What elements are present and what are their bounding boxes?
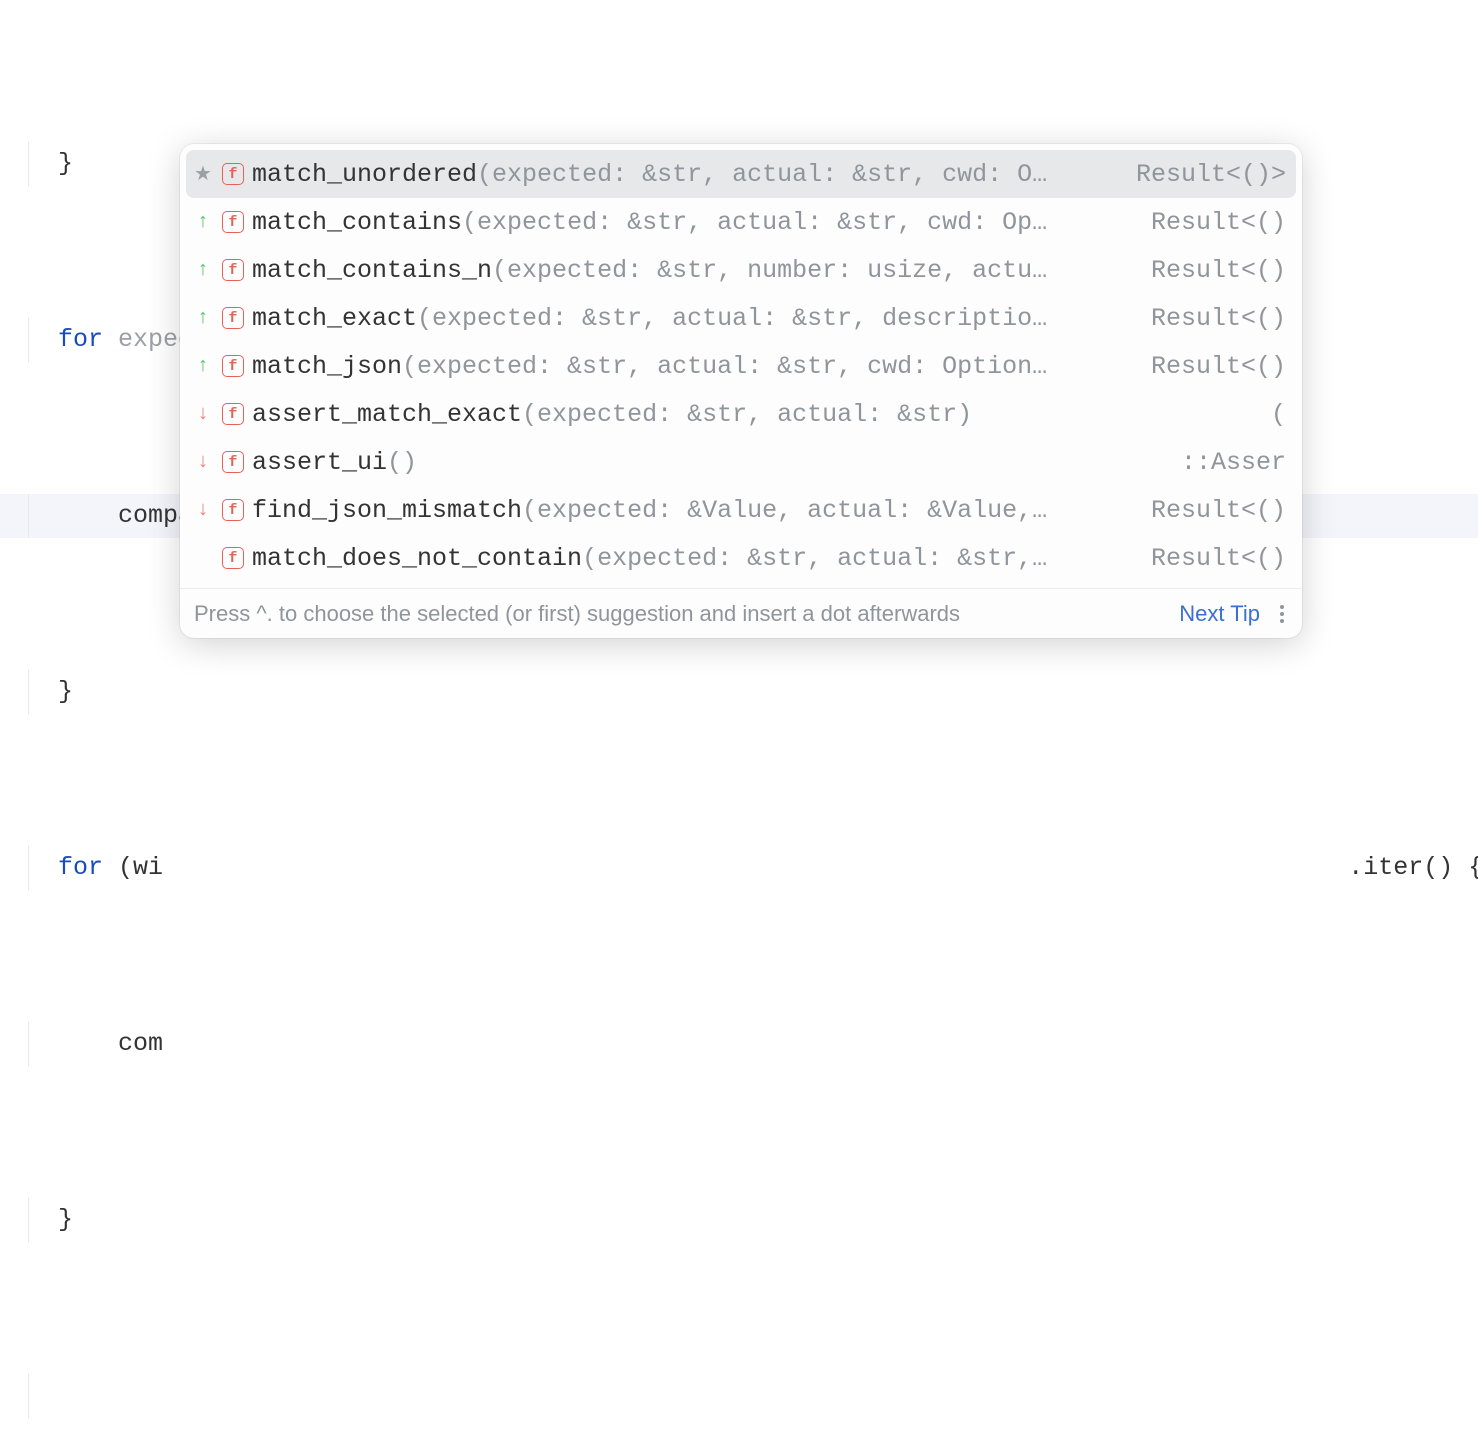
function-kind-icon: f (222, 499, 244, 521)
code-line[interactable]: com (0, 1022, 1478, 1066)
completion-name: assert_match_exact (252, 400, 522, 429)
completion-item-match-json[interactable]: ↑ f match_json(expected: &str, actual: &… (186, 342, 1296, 390)
completion-signature: (expected: &str, actual: &str) (522, 400, 972, 429)
completion-signature: (expected: &str, actual: &str, cwd: O… (477, 160, 1047, 189)
completion-item-match-does-not-contain[interactable]: f match_does_not_contain(expected: &str,… (186, 534, 1296, 582)
function-kind-icon: f (222, 163, 244, 185)
keyword-for: for (58, 325, 103, 354)
completion-return-type: Result<() (1151, 256, 1286, 285)
rank-up-icon: ↑ (197, 355, 209, 378)
rank-down-icon: ↓ (197, 451, 209, 474)
completion-tip-text: Press ^. to choose the selected (or firs… (194, 601, 1163, 627)
code-text: (wi (103, 853, 163, 882)
completion-item-assert-match-exact[interactable]: ↓ f assert_match_exact(expected: &str, a… (186, 390, 1296, 438)
rank-down-icon: ↓ (197, 499, 209, 522)
completion-return-type: ::Asser (1181, 448, 1286, 477)
completion-name: match_json (252, 352, 402, 381)
completion-item-match-unordered[interactable]: ★ f match_unordered(expected: &str, actu… (186, 150, 1296, 198)
completion-item-match-contains[interactable]: ↑ f match_contains(expected: &str, actua… (186, 198, 1296, 246)
completion-return-type: Result<() (1151, 208, 1286, 237)
rank-up-icon: ↑ (197, 259, 209, 282)
code-line[interactable]: for (wixxxxxxxxxxxxxxxxxxxxxxxxxxxxxxxxx… (0, 846, 1478, 890)
rank-up-icon: ↑ (197, 307, 209, 330)
completion-name: match_unordered (252, 160, 477, 189)
code-line[interactable] (0, 1374, 1478, 1418)
completion-name: match_exact (252, 304, 417, 333)
completion-list[interactable]: ★ f match_unordered(expected: &str, actu… (180, 144, 1302, 588)
completion-item-match-exact[interactable]: ↑ f match_exact(expected: &str, actual: … (186, 294, 1296, 342)
code-line[interactable]: } (0, 670, 1478, 714)
brace: } (58, 677, 73, 706)
function-kind-icon: f (222, 403, 244, 425)
code-line[interactable]: } (0, 1198, 1478, 1242)
completion-signature: (expected: &str, number: usize, actu… (492, 256, 1047, 285)
code-text: com (118, 1029, 163, 1058)
completion-item-assert-ui[interactable]: ↓ f assert_ui() ::Asser (186, 438, 1296, 486)
completion-name: match_does_not_contain (252, 544, 582, 573)
completion-name: find_json_mismatch (252, 496, 522, 525)
completion-name: assert_ui (252, 448, 387, 477)
completion-return-type: Result<() (1151, 496, 1286, 525)
completion-signature: (expected: &str, actual: &str, cwd: Op… (462, 208, 1047, 237)
more-menu-icon[interactable] (1276, 605, 1288, 623)
rank-down-icon: ↓ (197, 403, 209, 426)
function-kind-icon: f (222, 259, 244, 281)
completion-popup: ★ f match_unordered(expected: &str, actu… (180, 144, 1302, 638)
brace: } (58, 149, 73, 178)
completion-return-type: Result<() (1151, 544, 1286, 573)
completion-signature: (expected: &Value, actual: &Value,… (522, 496, 1047, 525)
code-text: .iter() { (1348, 853, 1478, 882)
completion-signature: () (387, 448, 417, 477)
next-tip-link[interactable]: Next Tip (1179, 601, 1260, 627)
completion-item-find-json-mismatch[interactable]: ↓ f find_json_mismatch(expected: &Value,… (186, 486, 1296, 534)
function-kind-icon: f (222, 211, 244, 233)
rank-up-icon: ↑ (197, 211, 209, 234)
completion-name: match_contains_n (252, 256, 492, 285)
completion-return-type: Result<() (1151, 304, 1286, 333)
completion-return-type: Result<() (1151, 352, 1286, 381)
completion-return-type: Result<()> (1136, 160, 1286, 189)
completion-return-type: ( (1271, 400, 1286, 429)
function-kind-icon: f (222, 451, 244, 473)
completion-signature: (expected: &str, actual: &str, descripti… (417, 304, 1047, 333)
completion-name: match_contains (252, 208, 462, 237)
completion-signature: (expected: &str, actual: &str, cwd: Opti… (402, 352, 1047, 381)
function-kind-icon: f (222, 355, 244, 377)
keyword-for: for (58, 853, 103, 882)
completion-signature: (expected: &str, actual: &str,… (582, 544, 1047, 573)
brace: } (58, 1205, 73, 1234)
completion-footer: Press ^. to choose the selected (or firs… (180, 588, 1302, 638)
completion-item-match-contains-n[interactable]: ↑ f match_contains_n(expected: &str, num… (186, 246, 1296, 294)
star-icon: ★ (194, 161, 212, 187)
function-kind-icon: f (222, 547, 244, 569)
function-kind-icon: f (222, 307, 244, 329)
